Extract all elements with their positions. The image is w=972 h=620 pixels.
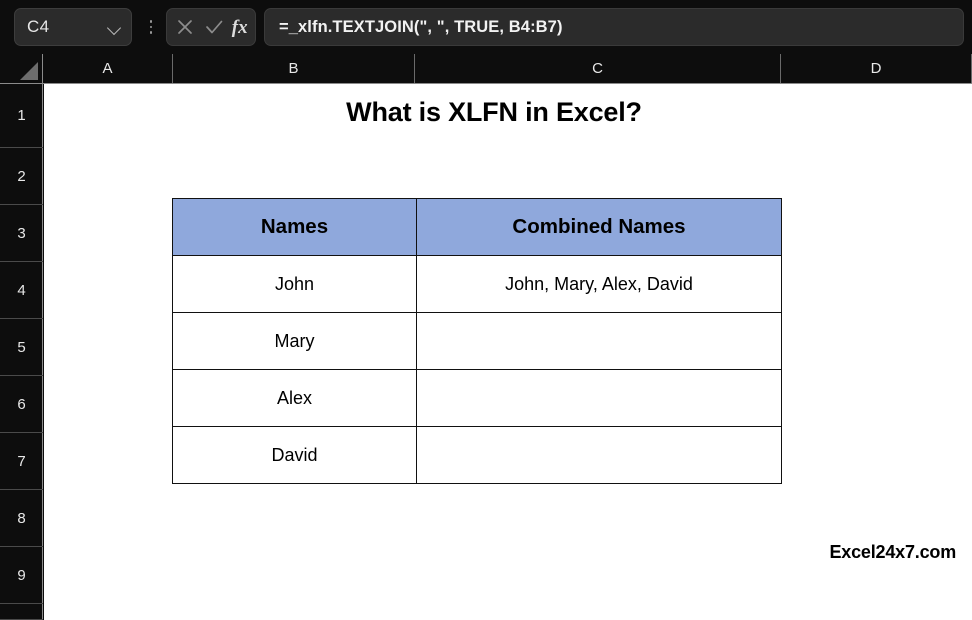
- select-all-triangle-icon: [20, 62, 38, 80]
- cell-name[interactable]: John: [172, 255, 417, 313]
- close-x-icon[interactable]: [174, 16, 196, 38]
- table-row: Alex: [172, 369, 782, 427]
- kebab-dot: [149, 25, 153, 29]
- row-header-5[interactable]: 5: [0, 319, 43, 376]
- page-title: What is XLFN in Excel?: [346, 97, 642, 127]
- cell-combined[interactable]: [416, 369, 782, 427]
- row-header-1[interactable]: 1: [0, 84, 43, 148]
- row-header-9[interactable]: 9: [0, 547, 43, 604]
- table-row: Mary: [172, 312, 782, 370]
- formula-bar: C4 fx =_xlfn.TEXTJOIN(", ", TRUE, B4:B7): [0, 0, 972, 54]
- cell-name[interactable]: Alex: [172, 369, 417, 427]
- cell-name[interactable]: Mary: [172, 312, 417, 370]
- kebab-dot: [149, 20, 153, 23]
- watermark: Excel24x7.com: [829, 542, 957, 562]
- table-header-names: Names: [172, 198, 417, 256]
- formula-actions-group: fx: [166, 8, 256, 46]
- data-table: Names Combined Names John John, Mary, Ale…: [172, 198, 782, 484]
- name-box[interactable]: C4: [14, 8, 132, 46]
- excel-window: C4 fx =_xlfn.TEXTJOIN(", ", TRUE, B4:B7): [0, 0, 972, 620]
- row-header-3[interactable]: 3: [0, 205, 43, 262]
- row-header-partial[interactable]: [0, 604, 43, 620]
- chevron-down-icon[interactable]: [108, 21, 121, 34]
- checkmark-icon[interactable]: [203, 16, 225, 38]
- table-header-combined-names: Combined Names: [416, 198, 782, 256]
- column-header-a[interactable]: A: [43, 54, 173, 83]
- table-row: David: [172, 426, 782, 484]
- cell-combined[interactable]: [416, 426, 782, 484]
- name-box-value: C4: [27, 17, 50, 36]
- row-headers: 123456789: [0, 84, 43, 620]
- sheet-bottom-strip: [44, 596, 972, 620]
- column-header-c[interactable]: C: [415, 54, 781, 83]
- cell-combined[interactable]: John, Mary, Alex, David: [416, 255, 782, 313]
- column-headers: ABCD: [0, 54, 972, 84]
- cell-combined[interactable]: [416, 312, 782, 370]
- row-header-4[interactable]: 4: [0, 262, 43, 319]
- row-header-8[interactable]: 8: [0, 490, 43, 547]
- row-header-2[interactable]: 2: [0, 148, 43, 205]
- cell-name[interactable]: David: [172, 426, 417, 484]
- column-header-d[interactable]: D: [781, 54, 972, 83]
- formula-input[interactable]: =_xlfn.TEXTJOIN(", ", TRUE, B4:B7): [264, 8, 964, 46]
- insert-function-icon[interactable]: fx: [232, 18, 248, 37]
- row-header-6[interactable]: 6: [0, 376, 43, 433]
- row-header-7[interactable]: 7: [0, 433, 43, 490]
- more-options-icon[interactable]: [140, 8, 162, 46]
- sheet-canvas[interactable]: What is XLFN in Excel? Names Combined Na…: [44, 84, 972, 596]
- kebab-dot: [149, 31, 153, 34]
- column-header-b[interactable]: B: [173, 54, 415, 83]
- table-row: John John, Mary, Alex, David: [172, 255, 782, 313]
- table-header-row: Names Combined Names: [172, 198, 782, 256]
- select-all-corner[interactable]: [0, 54, 43, 83]
